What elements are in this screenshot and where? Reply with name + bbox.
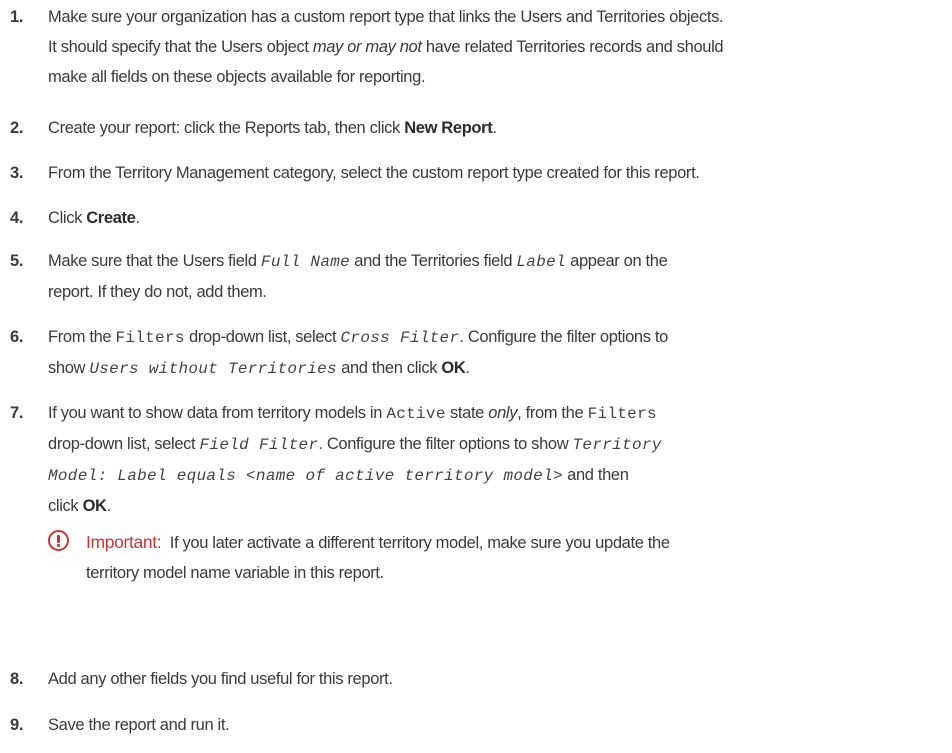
step-number: 2. xyxy=(10,119,24,137)
ui-label-new-report: New Report xyxy=(404,119,493,137)
step-3: 3. From the Territory Management categor… xyxy=(0,158,952,188)
step-line: It should specify that the Users object … xyxy=(48,38,724,56)
step-4: 4. Click Create. xyxy=(0,203,952,233)
step-2: 2. Create your report: click the Reports… xyxy=(0,113,952,143)
step-5: 5. Make sure that the Users field Full N… xyxy=(0,246,952,307)
step-number: 6. xyxy=(10,328,24,346)
step-text: Create your report: click the Reports ta… xyxy=(48,119,497,137)
step-number: 1. xyxy=(10,8,24,26)
code-filters: Filters xyxy=(587,405,657,423)
ui-label-ok: OK xyxy=(441,359,466,377)
step-7: 7. If you want to show data from territo… xyxy=(0,398,952,521)
ui-label-ok: OK xyxy=(82,497,107,515)
important-label: Important: xyxy=(86,532,162,552)
step-text: Click Create. xyxy=(48,209,140,227)
code-users-without-territories: Users without Territories xyxy=(89,360,337,378)
step-number: 8. xyxy=(10,670,24,688)
code-territory: Territory xyxy=(572,436,662,454)
code-field-filter: Field Filter xyxy=(199,436,319,454)
code-filters: Filters xyxy=(115,329,185,347)
ui-label-create: Create xyxy=(86,209,136,227)
code-model-label-equals: Model: Label equals <name of active terr… xyxy=(48,467,563,485)
code-active: Active xyxy=(386,405,446,423)
step-8: 8. Add any other fields you find useful … xyxy=(0,664,952,694)
step-number: 7. xyxy=(10,404,24,422)
step-text: From the Territory Management category, … xyxy=(48,164,700,182)
step-text: Make sure your organization has a custom… xyxy=(48,2,948,92)
code-field-label: Label xyxy=(516,253,566,271)
step-text: If you want to show data from territory … xyxy=(48,404,662,515)
step-number: 9. xyxy=(10,716,24,734)
step-1: 1. Make sure your organization has a cus… xyxy=(0,2,952,92)
important-note: Important: If you later activate a diffe… xyxy=(48,527,938,588)
step-number: 3. xyxy=(10,164,24,182)
step-text: From the Filters drop-down list, select … xyxy=(48,328,668,378)
emphasis-text: only xyxy=(488,404,518,422)
step-line: make all fields on these objects availab… xyxy=(48,68,426,86)
step-9: 9. Save the report and run it. xyxy=(0,710,952,740)
exclamation-circle-icon xyxy=(48,530,69,551)
code-cross-filter: Cross Filter xyxy=(340,329,460,347)
step-text: Add any other fields you find useful for… xyxy=(48,670,393,688)
code-field-name: Full Name xyxy=(260,253,351,271)
step-number: 4. xyxy=(10,209,24,227)
emphasis-text: may or may not xyxy=(312,38,422,56)
step-text: Save the report and run it. xyxy=(48,716,230,734)
step-number: 5. xyxy=(10,252,24,270)
step-6: 6. From the Filters drop-down list, sele… xyxy=(0,322,952,384)
document-page: 1. Make sure your organization has a cus… xyxy=(0,0,952,753)
step-text: Make sure that the Users field Full Name… xyxy=(48,252,668,301)
step-line: Make sure your organization has a custom… xyxy=(48,8,724,26)
